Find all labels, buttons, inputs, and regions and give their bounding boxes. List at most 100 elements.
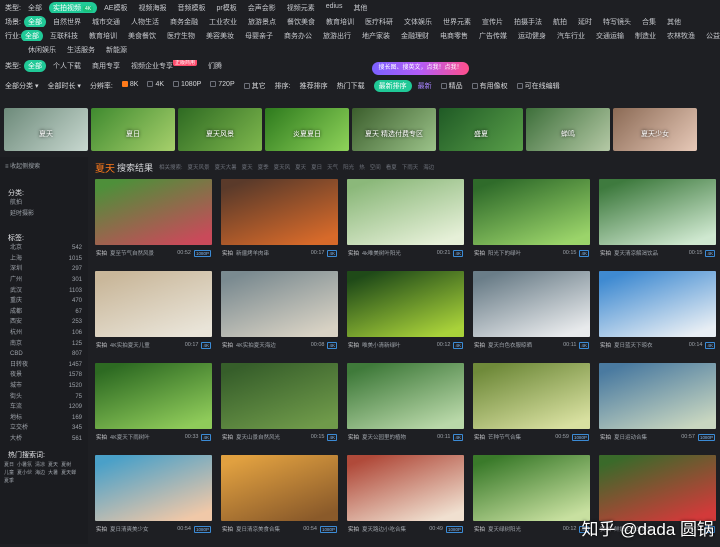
filter-pill[interactable]: 航拍	[549, 16, 571, 27]
category-tile[interactable]: 蝉鸣	[526, 108, 610, 151]
filter-pill[interactable]: 文体娱乐	[400, 16, 436, 27]
video-title[interactable]: 4K夏天下雨树叶	[110, 433, 185, 441]
related-tag[interactable]: 海边	[423, 163, 434, 171]
sidebar-tag-item[interactable]: 街头75	[0, 392, 88, 403]
related-tag[interactable]: 夏天	[242, 163, 253, 171]
video-thumbnail[interactable]	[473, 271, 590, 337]
premium-filter[interactable]: 精品	[441, 81, 463, 91]
search-promo-banner[interactable]: 搜长图、搜英文，点我！点我！	[372, 62, 469, 75]
filter-pill[interactable]: 生活服务	[63, 44, 99, 55]
resolution-checkbox[interactable]	[244, 83, 250, 89]
video-title[interactable]: 夏天绿树阳光	[488, 525, 563, 533]
video-card[interactable]: 实拍4K夏天下雨树叶00:334K	[95, 363, 212, 455]
filter-pill[interactable]: 母婴亲子	[241, 30, 277, 41]
filter-pill[interactable]: 互联科技	[46, 30, 82, 41]
sidebar-tag-item[interactable]: 车流1209	[0, 402, 88, 413]
video-thumbnail[interactable]	[95, 363, 212, 429]
category-tile[interactable]: 夏日	[91, 108, 175, 151]
filter-pill[interactable]: 实拍视频4K	[49, 2, 97, 13]
filter-pill[interactable]: 地产家装	[358, 30, 394, 41]
video-thumbnail[interactable]	[221, 271, 338, 337]
related-tag[interactable]: 夏天风景	[188, 163, 210, 171]
filter-pill[interactable]: 会声会影	[244, 2, 280, 13]
sidebar-tag-item[interactable]: 西安253	[0, 317, 88, 328]
filter-pill[interactable]: 教育培训	[322, 16, 358, 27]
category-tile[interactable]: 夏天	[4, 108, 88, 151]
filter-pill[interactable]: 工业农业	[205, 16, 241, 27]
hot-keyword[interactable]: 清凉	[35, 461, 45, 468]
video-card[interactable]: 实拍阳光下的绿叶00:154K	[473, 179, 590, 271]
sidebar-tag-item[interactable]: 北京542	[0, 243, 88, 254]
video-title[interactable]: 唯美小清新绿叶	[362, 341, 437, 349]
sort-hot[interactable]: 热门下载	[337, 81, 365, 91]
video-thumbnail[interactable]	[95, 455, 212, 521]
sidebar-tag-item[interactable]: 武汉1103	[0, 286, 88, 297]
video-title[interactable]: 夏天清凉解渴饮品	[614, 249, 689, 257]
video-card[interactable]: 实拍夏日蓝天下晾衣00:144K	[599, 271, 716, 363]
filter-pill[interactable]: 视频元素	[283, 2, 319, 13]
video-thumbnail[interactable]	[347, 455, 464, 521]
video-title[interactable]: 4K实拍夏天海边	[236, 341, 311, 349]
video-card[interactable]: 实拍夏天绿树阳光00:124K	[473, 455, 590, 547]
video-card[interactable]: 实拍4K实拍夏天海边00:084K	[221, 271, 338, 363]
video-thumbnail[interactable]	[347, 363, 464, 429]
filter-pill[interactable]: 宣传片	[478, 16, 507, 27]
related-tag[interactable]: 下雨天	[402, 163, 419, 171]
resolution-checkbox[interactable]	[147, 81, 153, 87]
sidebar-tag-item[interactable]: 地标169	[0, 413, 88, 424]
filter-pill[interactable]: 公益环保	[702, 30, 720, 41]
filter-pill[interactable]: 其他	[663, 16, 685, 27]
sidebar-tag-item[interactable]: 大桥561	[0, 434, 88, 445]
filter-pill[interactable]: 个人下载	[49, 60, 85, 72]
sort-recommend[interactable]: 推荐排序	[300, 81, 328, 91]
video-title[interactable]: 夏天公园里的植物	[362, 433, 437, 441]
filter-pill[interactable]: 广告传媒	[475, 30, 511, 41]
filter-pill[interactable]: 美容美妆	[202, 30, 238, 41]
video-card[interactable]: 实拍夏天山景自然风光00:154K	[221, 363, 338, 455]
video-thumbnail[interactable]	[347, 179, 464, 245]
sidebar-tag-item[interactable]: 城市1520	[0, 381, 88, 392]
filter-pill[interactable]: 商务金融	[166, 16, 202, 27]
filter-pill[interactable]: 全部	[24, 2, 46, 13]
video-title[interactable]: 夏日清爽美少女	[110, 525, 177, 533]
video-card[interactable]: 实拍夏日清凉美食合集00:541080P	[221, 455, 338, 547]
sort-newest[interactable]: 最新排序	[374, 80, 412, 92]
newest-filter[interactable]: 最新	[418, 81, 432, 91]
related-tag[interactable]: 夏天大暑	[215, 163, 237, 171]
filter-pill[interactable]: 世界元素	[439, 16, 475, 27]
filter-pill[interactable]: 城市交通	[88, 16, 124, 27]
video-title[interactable]: 夏至节气自然风景	[110, 249, 177, 257]
video-card[interactable]: 实拍夏至节气自然风景00:521080P	[95, 179, 212, 271]
sidebar-toggle[interactable]: ≡ 收起侧搜索	[0, 161, 88, 170]
resolution-option[interactable]: 1080P	[173, 81, 201, 91]
category-tile[interactable]: 盛夏	[439, 108, 523, 151]
video-title[interactable]: 新疆烤羊肉串	[236, 249, 311, 257]
hot-keyword[interactable]: 海边	[35, 469, 45, 476]
video-thumbnail[interactable]	[599, 363, 716, 429]
filter-pill[interactable]: 自然世界	[49, 16, 85, 27]
filter-pill[interactable]: 延时	[574, 16, 596, 27]
duration-select[interactable]: 全部时长 ▾	[47, 81, 80, 91]
sidebar-item[interactable]: 延时摄影	[0, 209, 88, 220]
all-category-select[interactable]: 全部分类 ▾	[5, 81, 38, 91]
video-thumbnail[interactable]	[95, 179, 212, 245]
filter-pill[interactable]: 金融理财	[397, 30, 433, 41]
sidebar-tag-item[interactable]: 南京125	[0, 339, 88, 350]
portrait-checkbox[interactable]	[472, 83, 478, 89]
hot-keyword[interactable]: 小暑氛	[17, 461, 32, 468]
filter-pill[interactable]: 合集	[638, 16, 660, 27]
video-card[interactable]: 实拍夏天白色衣服晾晒00:114K	[473, 271, 590, 363]
category-tile[interactable]: 炎夏夏日	[265, 108, 349, 151]
video-thumbnail[interactable]	[221, 455, 338, 521]
portrait-filter[interactable]: 有用像权	[472, 81, 508, 91]
filter-pill[interactable]: 商务办公	[280, 30, 316, 41]
filter-pill[interactable]: 音频模板	[173, 2, 209, 13]
video-thumbnail[interactable]	[221, 179, 338, 245]
video-title[interactable]: 夏日蓝天下晾衣	[614, 341, 689, 349]
video-card[interactable]: 实拍夏日清爽美少女00:541080P	[95, 455, 212, 547]
video-card[interactable]: 实拍唯美小清新绿叶00:124K	[347, 271, 464, 363]
filter-pill[interactable]: 电商零售	[436, 30, 472, 41]
video-thumbnail[interactable]	[599, 179, 716, 245]
filter-pill[interactable]: 人物生活	[127, 16, 163, 27]
resolution-option[interactable]: 8K	[122, 81, 139, 91]
